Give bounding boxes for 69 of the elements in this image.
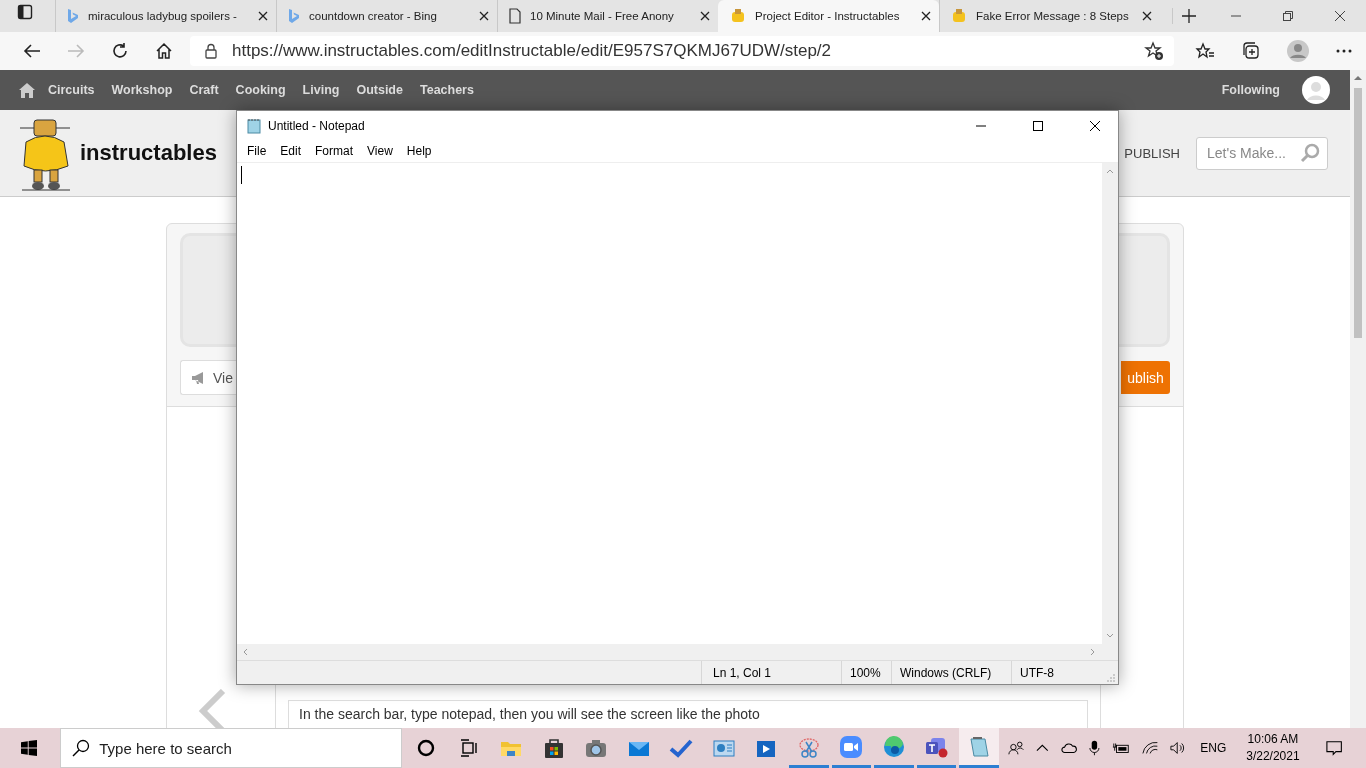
- publish-link[interactable]: PUBLISH: [1124, 145, 1180, 161]
- lock-icon: [204, 43, 218, 59]
- notification-icon[interactable]: [1325, 739, 1342, 757]
- scrollbar-thumb[interactable]: [1354, 88, 1362, 338]
- search-field[interactable]: Type here to search: [60, 728, 403, 768]
- b-logo-icon: [287, 8, 301, 24]
- status-text: Windows (CRLF): [891, 661, 1011, 684]
- scrollbar[interactable]: [1350, 70, 1366, 728]
- nav-link[interactable]: Craft: [189, 83, 219, 97]
- new-tab-icon[interactable]: [1172, 8, 1197, 24]
- close-icon[interactable]: [921, 11, 931, 21]
- wifi-icon[interactable]: [1141, 741, 1158, 755]
- tab-actions-icon[interactable]: [17, 4, 33, 20]
- nav-link[interactable]: Living: [302, 83, 340, 97]
- close-icon[interactable]: [1089, 119, 1101, 132]
- user-avatar-icon[interactable]: [1302, 76, 1330, 104]
- nav-link[interactable]: Teachers: [419, 83, 474, 97]
- address-field[interactable]: https://www.instructables.com/editInstructable/edit/E957S7QKMJ67UDW/step/2: [190, 36, 1174, 66]
- profile-avatar-icon[interactable]: [1287, 40, 1309, 62]
- scroll-up-icon[interactable]: [1353, 74, 1363, 82]
- menu-item[interactable]: Help: [404, 144, 434, 158]
- microphone-icon[interactable]: [1088, 739, 1100, 757]
- nav-link[interactable]: Workshop: [111, 83, 173, 97]
- resize-grip-icon[interactable]: [1107, 674, 1115, 682]
- home-icon[interactable]: [155, 42, 173, 60]
- more-icon[interactable]: [1335, 48, 1353, 54]
- b-logo-icon: [66, 8, 80, 24]
- window-title: Untitled - Notepad: [268, 118, 365, 133]
- status-text: 100%: [841, 661, 891, 684]
- nav-link[interactable]: Cooking: [235, 83, 286, 97]
- back-arrow-icon[interactable]: [23, 43, 41, 59]
- clock[interactable]: 10:06 AM 3/22/2021: [1246, 731, 1300, 765]
- view-button[interactable]: Vie: [180, 360, 236, 395]
- close-icon[interactable]: [700, 11, 710, 21]
- restore-icon[interactable]: [1282, 10, 1294, 22]
- menu-item[interactable]: View: [365, 144, 395, 158]
- status-text: Ln 1, Col 1: [701, 661, 841, 684]
- star-add-icon[interactable]: [1144, 41, 1164, 61]
- status-text: UTF-8: [1011, 661, 1107, 684]
- browser-tab[interactable]: Project Editor - Instructables: [718, 0, 939, 32]
- battery-icon[interactable]: [1111, 741, 1130, 755]
- collections-icon[interactable]: [1241, 42, 1261, 60]
- close-icon[interactable]: [479, 11, 489, 21]
- robot-icon: [950, 8, 968, 24]
- search-field[interactable]: Let's Make...: [1196, 136, 1328, 170]
- site-logo[interactable]: instructables: [80, 140, 217, 166]
- video-camera-icon: [838, 733, 865, 760]
- step-text: In the search bar, type notepad, then you will see the screen like the photo: [299, 706, 760, 722]
- maximize-icon[interactable]: [1032, 119, 1044, 132]
- menu-item[interactable]: Edit: [278, 144, 304, 158]
- nav-link[interactable]: Circuits: [48, 83, 95, 97]
- close-icon[interactable]: [258, 11, 268, 21]
- following-link[interactable]: Following: [1221, 83, 1280, 97]
- document-icon: [508, 8, 522, 24]
- favorites-icon[interactable]: [1195, 42, 1215, 60]
- close-icon[interactable]: [1142, 11, 1152, 21]
- menu-item[interactable]: Format: [313, 144, 356, 158]
- notepad-icon: [246, 117, 262, 134]
- search-icon: [72, 739, 91, 757]
- close-icon[interactable]: [1334, 10, 1346, 22]
- nav-link[interactable]: Outside: [356, 83, 403, 97]
- language-indicator[interactable]: ENG: [1200, 741, 1227, 755]
- menu-item[interactable]: File: [245, 144, 269, 158]
- robot-icon: [729, 8, 747, 24]
- cloud-icon[interactable]: [1060, 742, 1077, 754]
- people-icon[interactable]: [1007, 740, 1024, 756]
- refresh-icon[interactable]: [111, 42, 129, 60]
- speaker-icon[interactable]: [1170, 741, 1187, 755]
- chevron-up-icon[interactable]: [1035, 743, 1049, 753]
